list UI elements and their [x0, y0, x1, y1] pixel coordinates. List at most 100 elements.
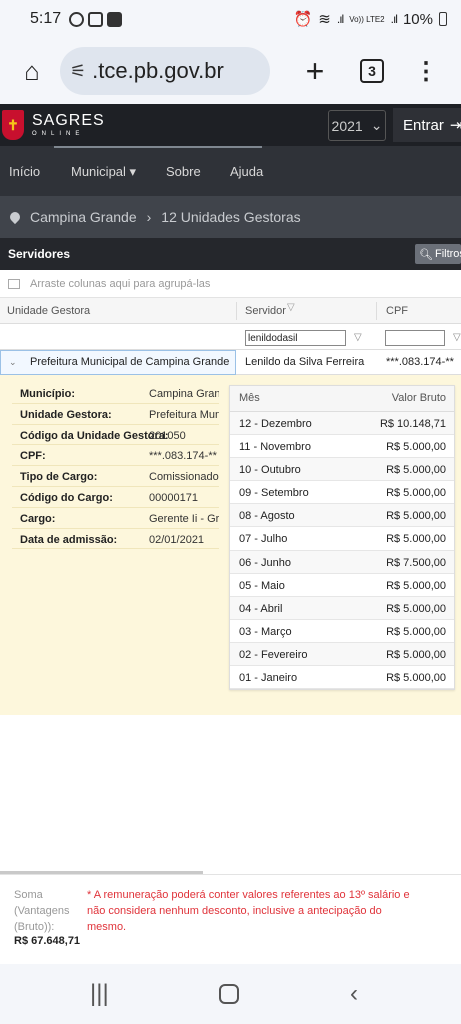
nav-item-sobre[interactable]: Sobre [166, 164, 201, 179]
monthly-values-table: Mês Valor Bruto 12 - Dezembro R$ 10.148,7… [229, 385, 455, 691]
month-cell: 10 - Outubro [239, 464, 301, 477]
home-button-icon[interactable] [219, 984, 239, 1004]
address-bar[interactable]: ⚟ .tce.pb.gov.br [60, 47, 270, 95]
value-cell: R$ 5.000,00 [386, 533, 446, 546]
column-separator [236, 302, 237, 320]
value-cell: R$ 5.000,00 [386, 602, 446, 615]
column-header-mes[interactable]: Mês [239, 392, 260, 404]
detail-label: Tipo de Cargo: [20, 471, 98, 484]
detail-row: Tipo de Cargo: Comissionado [12, 466, 219, 487]
table-row[interactable]: 03 - Março R$ 5.000,00 [230, 620, 454, 643]
column-header-servidor[interactable]: Servidor [245, 305, 286, 317]
new-tab-icon[interactable]: + [300, 53, 330, 90]
table-row[interactable]: 11 - Novembro R$ 5.000,00 [230, 435, 454, 459]
table-row[interactable]: 09 - Setembro R$ 5.000,00 [230, 481, 454, 505]
detail-label: Código do Cargo: [20, 491, 113, 504]
grid-header: Unidade Gestora Servidor ▽ CPF [0, 298, 461, 324]
table-row[interactable]: 05 - Maio R$ 5.000,00 [230, 574, 454, 597]
gallery-icon [88, 11, 104, 27]
monthly-table-body: 12 - Dezembro R$ 10.148,71 11 - Novembro R… [230, 412, 454, 690]
table-row[interactable]: 07 - Julho R$ 5.000,00 [230, 527, 454, 551]
servidor-filter-input[interactable] [245, 330, 346, 346]
month-cell: 08 - Agosto [239, 510, 295, 523]
filter-funnel-icon[interactable]: ▽ [453, 332, 461, 343]
breadcrumb: Campina Grande › 12 Unidades Gestoras [0, 196, 461, 238]
logo-title: SAGRES [32, 112, 105, 129]
logo-text[interactable]: SAGRES ONLINE [32, 112, 105, 138]
detail-row: CPF: ***.083.174-** [12, 445, 219, 467]
row-cpf: ***.083.174-** [386, 356, 454, 368]
detail-value: 201050 [149, 429, 186, 442]
group-panel[interactable]: Arraste colunas aqui para agrupá-las [0, 270, 461, 298]
table-row[interactable]: 10 - Outubro R$ 5.000,00 [230, 458, 454, 482]
network-label: Vo)) LTE2 [349, 14, 385, 24]
logo-shield-icon[interactable]: ✝ [2, 110, 24, 140]
breadcrumb-city[interactable]: Campina Grande [30, 209, 137, 225]
login-label: Entrar [403, 116, 444, 134]
month-cell: 02 - Fevereiro [239, 648, 308, 661]
chevron-down-icon[interactable]: ⌄ [9, 357, 17, 368]
detail-value: Comissionado [149, 471, 219, 484]
filters-button[interactable]: 🔍︎ Filtros [415, 244, 461, 264]
detail-value: 00000171 [149, 491, 198, 504]
value-cell: R$ 5.000,00 [386, 510, 446, 523]
detail-row: Município: Campina Grande [12, 383, 219, 404]
status-time: 5:17 [30, 10, 62, 27]
detail-row: Data de admissão: 02/01/2021 [12, 529, 219, 550]
table-row[interactable]: 06 - Junho R$ 7.500,00 [230, 550, 454, 574]
value-cell: R$ 7.500,00 [386, 556, 446, 569]
breadcrumb-separator: › [146, 209, 152, 225]
month-cell: 05 - Maio [239, 579, 285, 592]
column-header-valor[interactable]: Valor Bruto [392, 392, 446, 404]
system-navigation-bar: ||| ‹ [0, 964, 461, 1024]
month-cell: 06 - Junho [239, 556, 291, 569]
detail-value: Gerente Ii - Gr2 [149, 512, 219, 525]
home-icon[interactable]: ⌂ [16, 55, 48, 87]
panel-header: Servidores 🔍︎ Filtros [0, 238, 461, 270]
breadcrumb-section[interactable]: 12 Unidades Gestoras [161, 209, 300, 225]
table-row[interactable]: 01 - Janeiro R$ 5.000,00 [230, 666, 454, 690]
nav-item-inicio[interactable]: Início [9, 164, 40, 179]
row-unidade: Prefeitura Municipal de Campina Grande [30, 356, 230, 368]
back-icon[interactable]: ‹ [350, 980, 358, 1008]
alarm-icon: ⏰ [293, 11, 313, 28]
sum-value: R$ 67.648,71 [14, 935, 81, 947]
table-row[interactable]: ⌄ Prefeitura Municipal de Campina Grande… [0, 350, 461, 375]
value-cell: R$ 5.000,00 [386, 464, 446, 477]
month-cell: 12 - Dezembro [239, 418, 312, 430]
nav-item-municipal[interactable]: Municipal ▾ [71, 164, 136, 180]
panel-title: Servidores [8, 247, 71, 261]
detail-panel: Município: Campina Grande Unidade Gestora… [0, 375, 461, 715]
detail-label: Unidade Gestora: [20, 408, 112, 421]
row-servidor: Lenildo da Silva Ferreira [245, 356, 365, 368]
table-row[interactable]: 02 - Fevereiro R$ 5.000,00 [230, 642, 454, 667]
tab-switcher-button[interactable]: 3 [360, 59, 384, 83]
value-cell: R$ 5.000,00 [386, 625, 446, 638]
value-cell: R$ 5.000,00 [386, 487, 446, 500]
battery-level: 10% [402, 10, 433, 28]
month-cell: 04 - Abril [239, 602, 283, 615]
more-menu-icon[interactable]: ⋮ [414, 57, 438, 86]
column-header-cpf[interactable]: CPF [386, 305, 408, 317]
filters-label: Filtros [434, 248, 461, 260]
cpf-filter-input[interactable] [385, 330, 445, 346]
login-icon: ⇥ [449, 117, 461, 134]
table-row[interactable]: 08 - Agosto R$ 5.000,00 [230, 504, 454, 528]
value-cell: R$ 5.000,00 [386, 648, 446, 661]
filter-funnel-icon[interactable]: ▽ [354, 332, 362, 343]
table-row[interactable]: 04 - Abril R$ 5.000,00 [230, 596, 454, 620]
column-filter-icon[interactable]: ▽ [287, 302, 295, 313]
group-hint: Arraste colunas aqui para agrupá-las [30, 277, 211, 290]
site-settings-icon[interactable]: ⚟ [70, 61, 86, 82]
browser-toolbar: ⌂ ⚟ .tce.pb.gov.br + 3 ⋮ [0, 38, 461, 104]
year-select[interactable]: 2021 ⌄ [328, 110, 386, 141]
wifi-icon: ≋ [318, 11, 331, 28]
column-header-unidade[interactable]: Unidade Gestora [7, 305, 90, 317]
table-row[interactable]: 12 - Dezembro R$ 10.148,71 [230, 412, 454, 436]
nav-item-ajuda[interactable]: Ajuda [230, 164, 263, 179]
recent-apps-icon[interactable]: ||| [90, 980, 109, 1008]
logo-subtitle: ONLINE [32, 131, 85, 137]
login-button[interactable]: Entrar ⇥ [393, 108, 461, 142]
url-text[interactable]: .tce.pb.gov.br [92, 58, 224, 84]
detail-row: Código do Cargo: 00000171 [12, 487, 219, 508]
